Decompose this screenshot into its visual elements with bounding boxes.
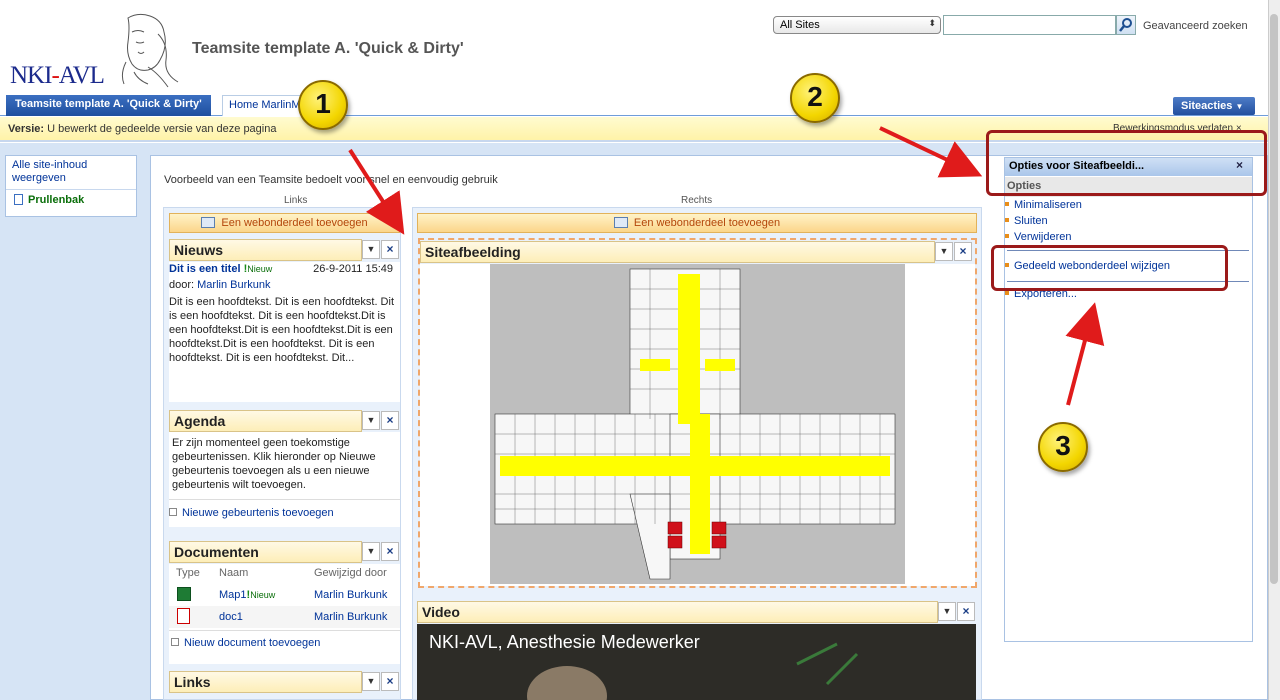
arrow-2-icon [879,126,983,178]
arrow-3-icon [1065,302,1105,406]
scrollbar-thumb[interactable] [1270,14,1278,584]
callout-1: 1 [298,80,348,130]
callout-3: 3 [1038,422,1088,472]
annotation-arrows [348,126,1105,406]
callout-2: 2 [790,73,840,123]
arrow-1-icon [348,148,405,235]
